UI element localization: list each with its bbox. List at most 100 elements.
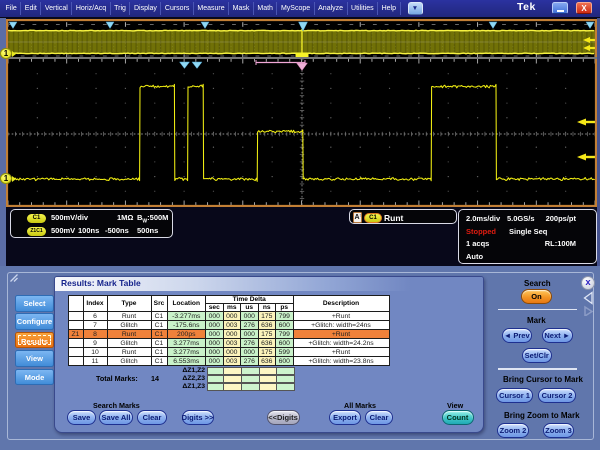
- view-label: View: [447, 401, 463, 410]
- zoom2-button[interactable]: Zoom 2: [497, 423, 529, 438]
- menu-item-cursors[interactable]: Cursors: [161, 2, 194, 15]
- menu-item-analyze[interactable]: Analyze: [315, 2, 348, 15]
- total-marks-value: 14: [151, 374, 159, 383]
- delta-zone-row: [207, 375, 295, 383]
- delta-zone-label: ΔZ2,Z3: [159, 375, 205, 382]
- search-on-button[interactable]: On: [521, 289, 552, 304]
- main-waveform-window[interactable]: [6, 58, 597, 207]
- sample-resolution: 200ps/pt: [546, 214, 576, 223]
- acquisition-state: Stopped: [466, 227, 496, 236]
- close-window-button[interactable]: X: [576, 2, 592, 14]
- overview-channel1-marker[interactable]: 1: [0, 48, 12, 59]
- menu-item-measure[interactable]: Measure: [194, 2, 229, 15]
- menu-bar: FileEditVerticalHoriz/AcqTrigDisplayCurs…: [0, 0, 600, 17]
- clear-search-marks-button[interactable]: Clear: [137, 410, 167, 425]
- channel-readout-box[interactable]: C1500mV/div1MΩBW:500MZ1C1500mV100ns-500n…: [10, 209, 173, 238]
- trigger-readout-box[interactable]: A↑C1Runt: [349, 209, 457, 224]
- dialog-title: Results: Mark Table: [55, 277, 483, 291]
- horizontal-readout-box[interactable]: 2.0ms/div5.0GS/s200ps/ptStoppedSingle Se…: [458, 209, 597, 264]
- menu-dropdown-button[interactable]: ▼: [408, 2, 423, 15]
- tab-view[interactable]: View: [15, 350, 54, 367]
- menu-item-display[interactable]: Display: [130, 2, 161, 15]
- zoom-vscale: 500mV: [51, 226, 75, 235]
- zoom1-channel1-badge[interactable]: Z1C1: [27, 227, 46, 236]
- count-button[interactable]: Count: [442, 410, 474, 425]
- zoom-position: -500ns: [105, 226, 129, 235]
- col-header-unit: ms: [223, 304, 241, 312]
- tab-mode[interactable]: Mode: [15, 369, 54, 386]
- menu-item-myscope[interactable]: MyScope: [277, 2, 314, 15]
- digits-expand-button[interactable]: Digits >>: [182, 410, 214, 425]
- horizontal-scale: 2.0ms/div: [466, 214, 500, 223]
- trigger-a-icon: A↑: [353, 212, 362, 223]
- overview-waveform-window[interactable]: [6, 19, 597, 58]
- search-marks-label: Search Marks: [93, 401, 140, 410]
- menu-item-trig[interactable]: Trig: [111, 2, 131, 15]
- trigger-mode: Auto: [466, 252, 483, 261]
- save-all-button[interactable]: Save All: [99, 410, 133, 425]
- bottom-control-panel: SelectConfigureResultsViewMode Results: …: [0, 266, 600, 450]
- zoom-duration: 500ns: [137, 226, 158, 235]
- record-length: RL:100M: [545, 239, 576, 248]
- menu-item-math[interactable]: Math: [254, 2, 278, 15]
- mark-table[interactable]: IndexTypeSrcLocationTime DeltaDescriptio…: [68, 295, 390, 366]
- trigger-type: Runt: [384, 213, 403, 223]
- col-header-type: Type: [107, 296, 151, 312]
- col-header-index: Index: [83, 296, 107, 312]
- col-header-description: Description: [293, 296, 389, 312]
- tab-select[interactable]: Select: [15, 295, 54, 312]
- panel-close-icon[interactable]: x: [581, 276, 595, 290]
- tab-results[interactable]: Results: [15, 332, 54, 349]
- clear-all-marks-button[interactable]: Clear: [365, 410, 393, 425]
- delta-zone-label: ΔZ1,Z2: [159, 367, 205, 374]
- delta-zone-label: ΔZ1,Z3: [159, 383, 205, 390]
- search-label: Search: [524, 279, 551, 288]
- menu-item-vertical[interactable]: Vertical: [41, 2, 72, 15]
- next-mark-button[interactable]: Next ►: [542, 328, 573, 343]
- export-button[interactable]: Export: [329, 410, 361, 425]
- resize-grip-icon[interactable]: [9, 273, 20, 284]
- cursor1-button[interactable]: Cursor 1: [496, 388, 533, 403]
- mark-table-row[interactable]: 7GlitchC1-175.6ns000003276636600+Glitch:…: [68, 321, 389, 330]
- col-header-time-delta: Time Delta: [206, 296, 294, 304]
- delta-zone-row: [207, 367, 295, 375]
- bring-cursor-label: Bring Cursor to Mark: [503, 375, 583, 384]
- tab-configure[interactable]: Configure: [15, 313, 54, 330]
- scope-display: 1 1 C1500mV/div1MΩBW:500MZ1C1500mV100ns-…: [0, 17, 600, 266]
- save-button[interactable]: Save: [67, 410, 96, 425]
- mark-table-row[interactable]: Z18RuntC1200ps000000000175799+Runt: [68, 330, 389, 339]
- mark-table-row[interactable]: 9GlitchC13.277ms000003276636600+Glitch: …: [68, 339, 389, 348]
- col-header-location: Location: [167, 296, 206, 312]
- menu-item-horizacq[interactable]: Horiz/Acq: [72, 2, 110, 15]
- channel-bandwidth: BW:500M: [137, 213, 168, 225]
- mark-table-row[interactable]: 10RuntC13.277ms000000000175599+Runt: [68, 348, 389, 357]
- panel-collapse-arrow-icon[interactable]: [580, 290, 596, 316]
- total-marks-label: Total Marks:: [96, 374, 138, 383]
- acquisition-count: 1 acqs: [466, 239, 489, 248]
- mark-table-row[interactable]: 6RuntC1-3.277ms000000000175799+Runt: [68, 312, 389, 321]
- menu-item-mask[interactable]: Mask: [229, 2, 254, 15]
- zoom-tscale: 100ns: [78, 226, 99, 235]
- channel-impedance: 1MΩ: [117, 213, 133, 222]
- menu-item-help[interactable]: Help: [378, 2, 400, 15]
- menu-item-utilities[interactable]: Utilities: [348, 2, 379, 15]
- menu-item-file[interactable]: File: [2, 2, 21, 15]
- minimize-button[interactable]: [552, 2, 568, 14]
- prev-mark-button[interactable]: ◄ Prev: [502, 328, 533, 343]
- zoom3-button[interactable]: Zoom 3: [543, 423, 574, 438]
- set-clear-mark-button[interactable]: Set/Clr: [522, 348, 552, 363]
- channel1-badge[interactable]: C1: [27, 214, 46, 223]
- col-header-src: Src: [151, 296, 167, 312]
- main-channel1-marker[interactable]: 1: [0, 173, 12, 184]
- col-header-unit: ps: [276, 304, 294, 312]
- trigger-source-badge[interactable]: C1: [364, 213, 382, 223]
- acquisition-mode: Single Seq: [509, 227, 547, 236]
- col-header-unit: ns: [258, 304, 276, 312]
- mark-table-row[interactable]: 11GlitchC16.553ms000003276636600+Glitch:…: [68, 357, 389, 366]
- all-marks-label: All Marks: [344, 401, 376, 410]
- menu-item-edit[interactable]: Edit: [21, 2, 41, 15]
- bring-zoom-label: Bring Zoom to Mark: [504, 411, 580, 420]
- col-header-unit: us: [241, 304, 259, 312]
- digits-collapse-button[interactable]: <<Digits: [267, 410, 300, 425]
- cursor2-button[interactable]: Cursor 2: [538, 388, 576, 403]
